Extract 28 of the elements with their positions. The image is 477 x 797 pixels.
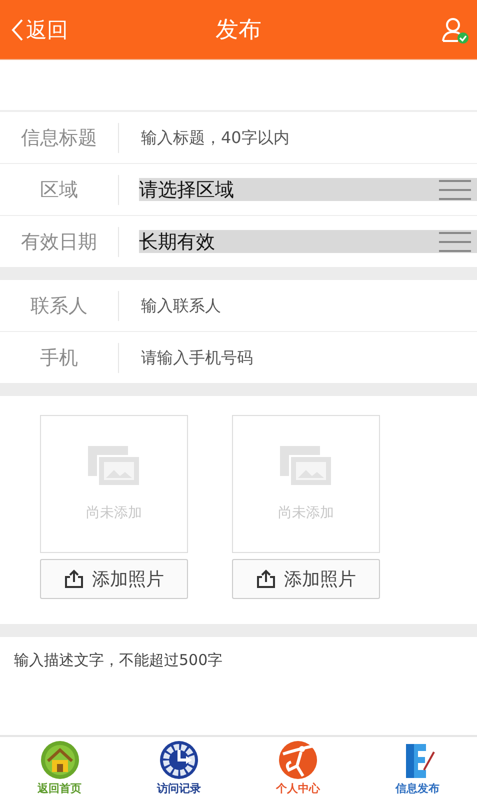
menu-icon — [439, 230, 471, 252]
upload-icon — [64, 569, 84, 589]
page-title: 发布 — [216, 16, 262, 45]
add-photo-button[interactable]: 添加照片 — [40, 559, 188, 599]
field-label: 手机 — [0, 342, 119, 372]
field-label: 有效日期 — [0, 226, 119, 256]
nav-tab[interactable]: 信息发布 — [358, 737, 477, 797]
nav-tab[interactable]: 访问记录 — [119, 737, 238, 797]
nav-tab[interactable]: 返回首页 — [0, 737, 120, 797]
add-photo-button[interactable]: 添加照片 — [232, 559, 380, 599]
empty-text: 尚未添加 — [86, 504, 142, 522]
nav-tab[interactable]: 个人中心 — [238, 737, 358, 797]
user-check-icon[interactable] — [441, 16, 469, 44]
input-field[interactable]: 请输入手机号码 — [139, 347, 463, 368]
chevron-left-icon — [10, 18, 24, 42]
image-placeholder-icon — [280, 446, 332, 486]
image-placeholder-icon — [88, 446, 140, 486]
input-field[interactable]: 输入标题，40字以内 — [139, 127, 463, 148]
back-button[interactable]: 返回 — [10, 16, 68, 44]
field-label: 联系人 — [0, 290, 119, 320]
empty-text: 尚未添加 — [278, 504, 334, 522]
upload-icon — [256, 569, 276, 589]
select-field[interactable]: 请选择区域 — [139, 178, 477, 201]
input-field[interactable]: 输入联系人 — [139, 295, 463, 316]
select-field[interactable]: 长期有效 — [139, 230, 477, 253]
field-label: 信息标题 — [0, 122, 119, 152]
menu-icon — [439, 178, 471, 200]
field-label: 区域 — [0, 174, 119, 204]
